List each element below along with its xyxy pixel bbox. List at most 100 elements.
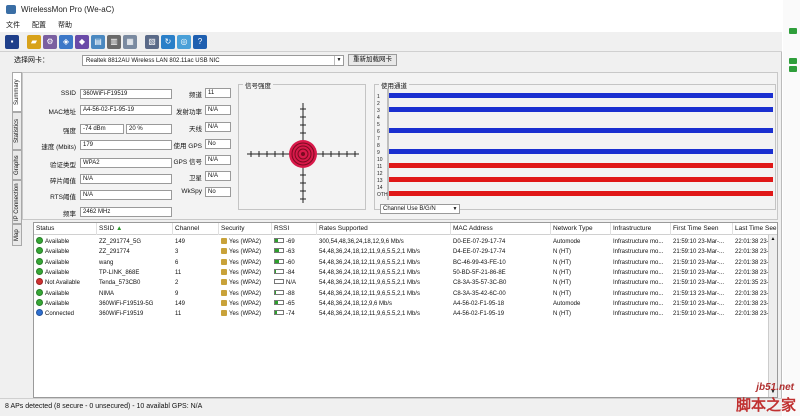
table-row[interactable]: Available ZZ_291774 3 Yes (WPA2) -63 54,48,36…: [34, 247, 777, 257]
save-icon[interactable]: ▪: [5, 34, 19, 49]
channel-tick-label: 8: [377, 143, 380, 149]
col-mac-header[interactable]: MAC Address: [451, 223, 551, 235]
log-icon[interactable]: ▦: [123, 34, 137, 49]
col-mac-cell: D0-EE-07-29-17-74: [451, 237, 551, 247]
channel-tick-label: 6: [377, 129, 380, 135]
table-row[interactable]: Available wang 6 Yes (WPA2) -60 54,48,36,24,1…: [34, 257, 777, 268]
rssi-bar-icon: [274, 310, 284, 316]
lock-icon: [221, 299, 227, 306]
col-rates-header[interactable]: Rates Supported: [317, 223, 451, 235]
col-rssi-text: -84: [286, 269, 295, 276]
col-infrastructure-text: Infrastructure mo...: [613, 300, 664, 307]
app-icon: [6, 4, 16, 14]
watermark: jb51.net 脚本之家: [706, 382, 798, 414]
col-ssid-header[interactable]: SSID ▲: [97, 223, 173, 235]
col-channel-cell: 6: [173, 258, 219, 268]
col-network-type-header[interactable]: Network Type: [551, 223, 611, 235]
network-icon[interactable]: ◈: [59, 34, 73, 49]
col-status-cell: Not Available: [34, 278, 97, 288]
lock-icon: [221, 289, 227, 296]
col-rates-text: 54,48,36,24,18,12,9,6 Mb/s: [319, 300, 393, 307]
channel-use-select[interactable]: Channel Use B/G/N ▼: [380, 204, 460, 214]
col-rssi-header[interactable]: RSSI: [272, 223, 317, 235]
channel-tick-label: 12: [377, 171, 383, 177]
tab-summary[interactable]: Summary: [12, 72, 22, 112]
col-rates-text: 54,48,36,24,18,12,11,9,6,5.5,2,1 Mb/s: [319, 269, 420, 276]
channel-tick-label: 5: [377, 122, 380, 128]
col-channel-cell: 11: [173, 309, 219, 319]
adapter-select[interactable]: Realtek 8812AU Wireless LAN 802.11ac USB…: [82, 54, 344, 66]
reload-adapter-button[interactable]: 重新加载网卡: [348, 54, 397, 66]
table-row[interactable]: Available 360WiFi-F19519-5G 149 Yes (WPA2) -…: [34, 298, 777, 309]
tab-statistics[interactable]: Statistics: [12, 112, 22, 150]
col-security-header[interactable]: Security: [219, 223, 272, 235]
table-row[interactable]: Connected 360WiFi-F19519 11 Yes (WPA2) -74 54…: [34, 309, 777, 319]
table-row[interactable]: Available ZZ_291774_5G 149 Yes (WPA2) -69 300…: [34, 237, 777, 247]
col-status-header[interactable]: Status: [34, 223, 97, 235]
export-icon[interactable]: ▤: [91, 34, 105, 49]
adapter-label: 选择网卡：: [14, 57, 49, 64]
col-network-type-cell: N (HT): [551, 289, 611, 299]
lock-icon: [221, 268, 227, 275]
table-row[interactable]: Not Available Tenda_573CB0 2 Yes (WPA2) N/A 5…: [34, 278, 777, 288]
table-row[interactable]: Available TP-LINK_868E 11 Yes (WPA2) -84 54,4…: [34, 267, 777, 278]
col-first-seen-text: 21:59:10 23-Mar-...: [673, 259, 725, 266]
col-security-text: Yes (WPA2): [229, 249, 262, 256]
vertical-scrollbar[interactable]: ▲ ▼: [768, 235, 777, 397]
channel-tick-label: OTH: [377, 192, 388, 198]
col-first-seen-text: 21:59:10 23-Mar-...: [673, 300, 725, 307]
settings-icon[interactable]: ⚙: [43, 34, 57, 49]
menu-help[interactable]: 帮助: [58, 20, 72, 30]
web-icon[interactable]: ◎: [177, 34, 191, 49]
open-folder-icon[interactable]: ▰: [27, 34, 41, 49]
gps-label: 使用 GPS: [173, 143, 202, 150]
channel-usage-chart: 1234567891011121314OTH: [377, 89, 773, 200]
strength-percent: 20 %: [126, 124, 172, 134]
channel-tick-label: 2: [377, 101, 380, 107]
col-security-cell: Yes (WPA2): [219, 299, 272, 309]
col-first-seen-header[interactable]: First Time Seen: [671, 223, 733, 235]
col-infrastructure-text: Infrastructure mo...: [613, 239, 664, 245]
channel-tick-label: 4: [377, 115, 380, 121]
channel-label: 频道: [189, 92, 202, 99]
col-rates-cell: 54,48,36,24,18,12,11,9,6,5.5,2,1 Mb/s: [317, 268, 451, 278]
tab-map[interactable]: Map: [12, 224, 22, 246]
report-icon[interactable]: ▧: [145, 34, 159, 49]
tab-ip-connection[interactable]: IP Connection: [12, 180, 22, 224]
col-rates-text: 54,48,36,24,18,12,11,9,6,5.5,2,1 Mb/s: [319, 280, 420, 287]
channel-tick-label: 7: [377, 136, 380, 142]
col-ssid-text: ZZ_291774: [99, 249, 130, 256]
col-channel-header[interactable]: Channel: [173, 223, 219, 235]
col-rates-cell: 54,48,36,24,18,12,9,6 Mb/s: [317, 299, 451, 309]
col-infrastructure-cell: Infrastructure mo...: [611, 268, 671, 278]
users-icon[interactable]: ◆: [75, 34, 89, 49]
col-rssi-text: -65: [286, 300, 295, 307]
column-header-label: Channel: [175, 225, 200, 232]
col-last-seen-header[interactable]: Last Time See: [733, 223, 777, 235]
table-row[interactable]: Available NIMA 9 Yes (WPA2) -88 54,48,36,24,1…: [34, 288, 777, 299]
tab-graphs[interactable]: Graphs: [12, 150, 22, 180]
refresh-icon[interactable]: ↻: [161, 34, 175, 49]
speed-value: 179: [80, 140, 172, 150]
col-channel-cell: 9: [173, 289, 219, 299]
col-status-text: Available: [45, 259, 70, 266]
col-rssi-text: N/A: [286, 280, 297, 287]
adapter-value: Realtek 8812AU Wireless LAN 802.11ac USB…: [86, 57, 220, 64]
col-security-text: Yes (WPA2): [229, 311, 262, 318]
ap-table: Status SSID ▲ Channel Security RSSI Rates Sup…: [33, 222, 778, 398]
scroll-up-icon[interactable]: ▲: [769, 235, 777, 244]
col-mac-text: BC-46-99-43-FE-10: [453, 259, 506, 266]
col-infrastructure-cell: Infrastructure mo...: [611, 247, 671, 257]
menu-file[interactable]: 文件: [6, 20, 20, 30]
menu-config[interactable]: 配置: [32, 20, 46, 30]
col-ssid-text: NIMA: [99, 290, 114, 297]
col-rssi-text: -63: [286, 249, 295, 256]
channel-use-value: Channel Use B/G/N: [383, 206, 436, 212]
col-status-text: Available: [45, 269, 70, 276]
col-network-type-cell: N (HT): [551, 268, 611, 278]
print-icon[interactable]: ▥: [107, 34, 121, 49]
col-infrastructure-header[interactable]: Infrastructure: [611, 223, 671, 235]
ssid-label: SSID: [60, 90, 76, 97]
desktop-icon: [789, 66, 797, 72]
help-icon[interactable]: ?: [193, 34, 207, 49]
